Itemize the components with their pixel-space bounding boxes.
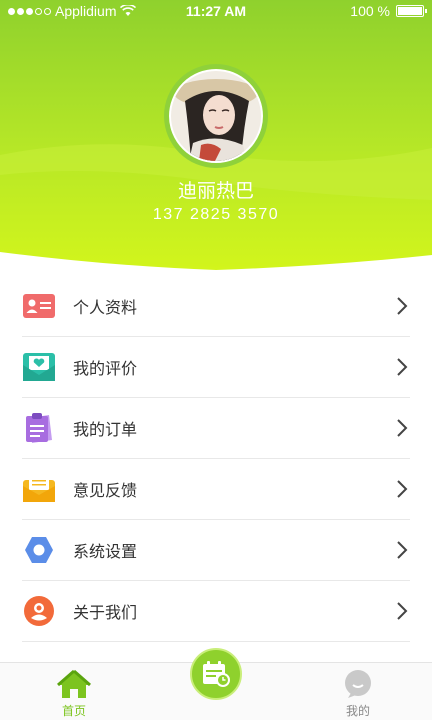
home-icon (57, 669, 91, 698)
menu-item-label: 关于我们 (73, 603, 138, 622)
hexagon-gear-icon (22, 533, 56, 567)
menu-item-reviews[interactable]: 我的评价 (22, 337, 410, 398)
menu-item-label: 个人资料 (73, 298, 138, 317)
chevron-right-icon (397, 602, 408, 620)
center-calendar-button[interactable] (190, 648, 242, 700)
tab-mine-label: 我的 (345, 704, 370, 718)
menu-item-settings[interactable]: 系统设置 (22, 520, 410, 581)
id-card-icon (22, 289, 56, 323)
avatar-photo (169, 69, 263, 163)
chevron-right-icon (397, 541, 408, 559)
chevron-right-icon (397, 480, 408, 498)
tab-home[interactable]: 首页 (34, 663, 114, 720)
heart-envelope-icon (22, 350, 56, 384)
menu-item-label: 我的订单 (73, 420, 138, 439)
menu-list: 个人资料 我的评价 我的订单 意见反馈 系统设置 关于我们 (0, 276, 432, 642)
tab-mine[interactable]: 我的 (318, 663, 398, 720)
calendar-icon (203, 661, 230, 687)
user-name: 迪丽热巴 (177, 180, 254, 202)
menu-item-feedback[interactable]: 意见反馈 (22, 459, 410, 520)
avatar-portrait-image (171, 71, 261, 161)
menu-item-profile[interactable]: 个人资料 (22, 276, 410, 337)
menu-item-label: 我的评价 (73, 359, 138, 378)
chat-bubble-icon (345, 670, 371, 698)
chevron-right-icon (397, 297, 408, 315)
clipboard-icon (22, 411, 56, 445)
chevron-right-icon (397, 419, 408, 437)
chevron-right-icon (397, 358, 408, 376)
envelope-icon (22, 472, 56, 506)
menu-item-about[interactable]: 关于我们 (22, 581, 410, 642)
people-icon (22, 594, 56, 628)
user-phone: 137 2825 3570 (152, 206, 280, 223)
status-right: 100 % (350, 3, 427, 19)
menu-item-orders[interactable]: 我的订单 (22, 398, 410, 459)
menu-item-label: 系统设置 (73, 542, 138, 561)
tab-home-label: 首页 (61, 704, 86, 718)
battery-icon (396, 5, 427, 17)
status-bar: Applidium 11:27 AM 100 % (0, 0, 432, 22)
battery-percent: 100 % (350, 3, 390, 19)
avatar[interactable] (164, 64, 268, 168)
menu-item-label: 意见反馈 (73, 481, 138, 500)
